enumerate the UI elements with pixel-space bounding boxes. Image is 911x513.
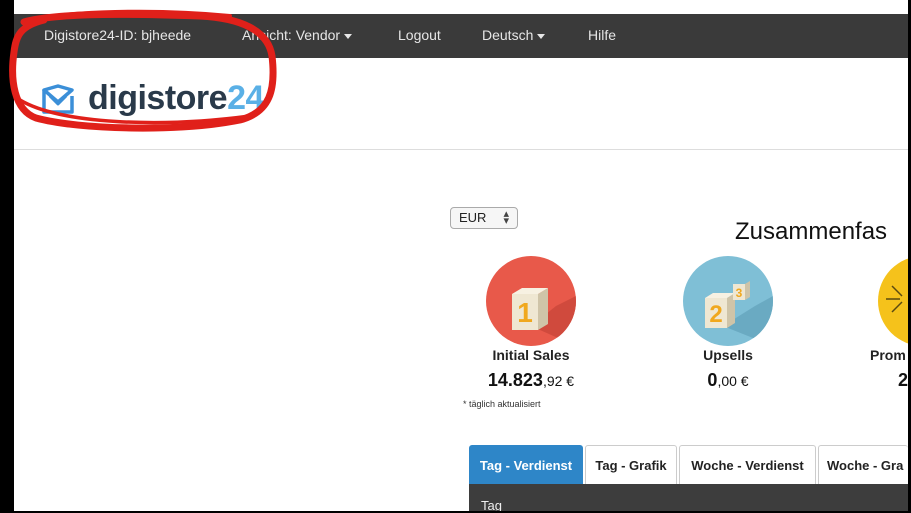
update-note: * täglich aktualisiert: [463, 399, 541, 409]
upsells-label: Upsells: [703, 347, 753, 363]
initial-sales-value: 14.823,92 €: [474, 370, 588, 391]
initial-sales-amount: 14.823: [487, 370, 543, 390]
upsells-amount: 0: [707, 370, 718, 390]
view-menu[interactable]: Ansicht: Vendor: [242, 27, 353, 43]
page-header: digistore24: [14, 58, 908, 150]
svg-text:3: 3: [736, 286, 743, 300]
upsells-icon: 2 3: [683, 256, 773, 346]
promotions-value: 2: [898, 370, 908, 390]
promotions-label: Prom: [870, 347, 906, 363]
svg-text:1: 1: [517, 297, 533, 328]
promotions-icon: [878, 256, 908, 346]
logout-link[interactable]: Logout: [398, 27, 441, 43]
column-header-day: Tag: [481, 498, 502, 511]
summary-title: Zusammenfas: [735, 218, 888, 245]
upsells-cents: ,00 €: [717, 373, 749, 389]
tab-week-earnings[interactable]: Woche - Verdienst: [679, 445, 816, 484]
earnings-table-header: Tag: [469, 484, 908, 511]
tab-day-earnings[interactable]: Tag - Verdienst: [469, 445, 583, 484]
language-menu-label: Deutsch: [482, 27, 534, 43]
currency-value: EUR: [459, 210, 487, 225]
chevron-down-icon: [537, 33, 546, 39]
svg-text:2: 2: [709, 301, 722, 328]
digistore-logo-icon[interactable]: [40, 82, 76, 116]
view-menu-label: Ansicht: Vendor: [242, 27, 341, 43]
tab-week-chart[interactable]: Woche - Gra: [818, 445, 908, 484]
help-link[interactable]: Hilfe: [588, 27, 616, 43]
logo-number: 24: [227, 79, 264, 117]
logo-wordmark: digistore: [88, 79, 228, 117]
digistore-logo[interactable]: digistore24: [88, 79, 264, 118]
initial-sales-cents: ,92 €: [542, 373, 575, 389]
currency-select[interactable]: EUR ▴ ▾: [450, 207, 518, 229]
chevron-down-icon: [344, 33, 353, 39]
initial-sales-icon: 1: [486, 256, 576, 346]
initial-sales-label: Initial Sales: [492, 347, 570, 363]
account-id-link[interactable]: Digistore24-ID: bjheede: [44, 27, 191, 43]
select-arrows-icon: ▴ ▾: [503, 208, 509, 227]
language-menu[interactable]: Deutsch: [482, 27, 546, 43]
browser-viewport: Digistore24-ID: bjheede Ansicht: Vendor …: [14, 0, 908, 511]
upsells-value: 0,00 €: [671, 370, 785, 391]
top-navigation-bar: Digistore24-ID: bjheede Ansicht: Vendor …: [14, 14, 908, 58]
tab-day-chart[interactable]: Tag - Grafik: [585, 445, 677, 484]
